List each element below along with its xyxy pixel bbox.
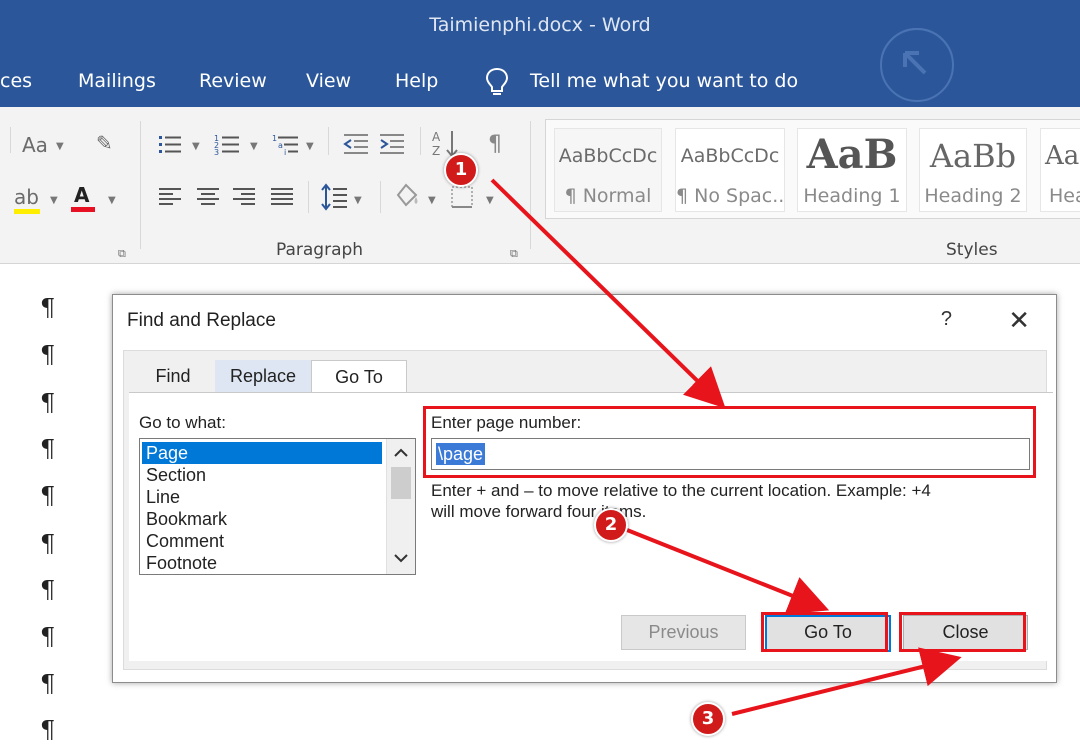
step-badge-2: 2 bbox=[594, 508, 628, 542]
annotation-arrows bbox=[490, 178, 962, 716]
arrow-1 bbox=[490, 178, 726, 409]
step-badge-1: 1 bbox=[444, 153, 478, 187]
arrow-3 bbox=[731, 647, 962, 716]
step-badge-3: 3 bbox=[691, 702, 725, 736]
arrow-2 bbox=[621, 526, 830, 615]
